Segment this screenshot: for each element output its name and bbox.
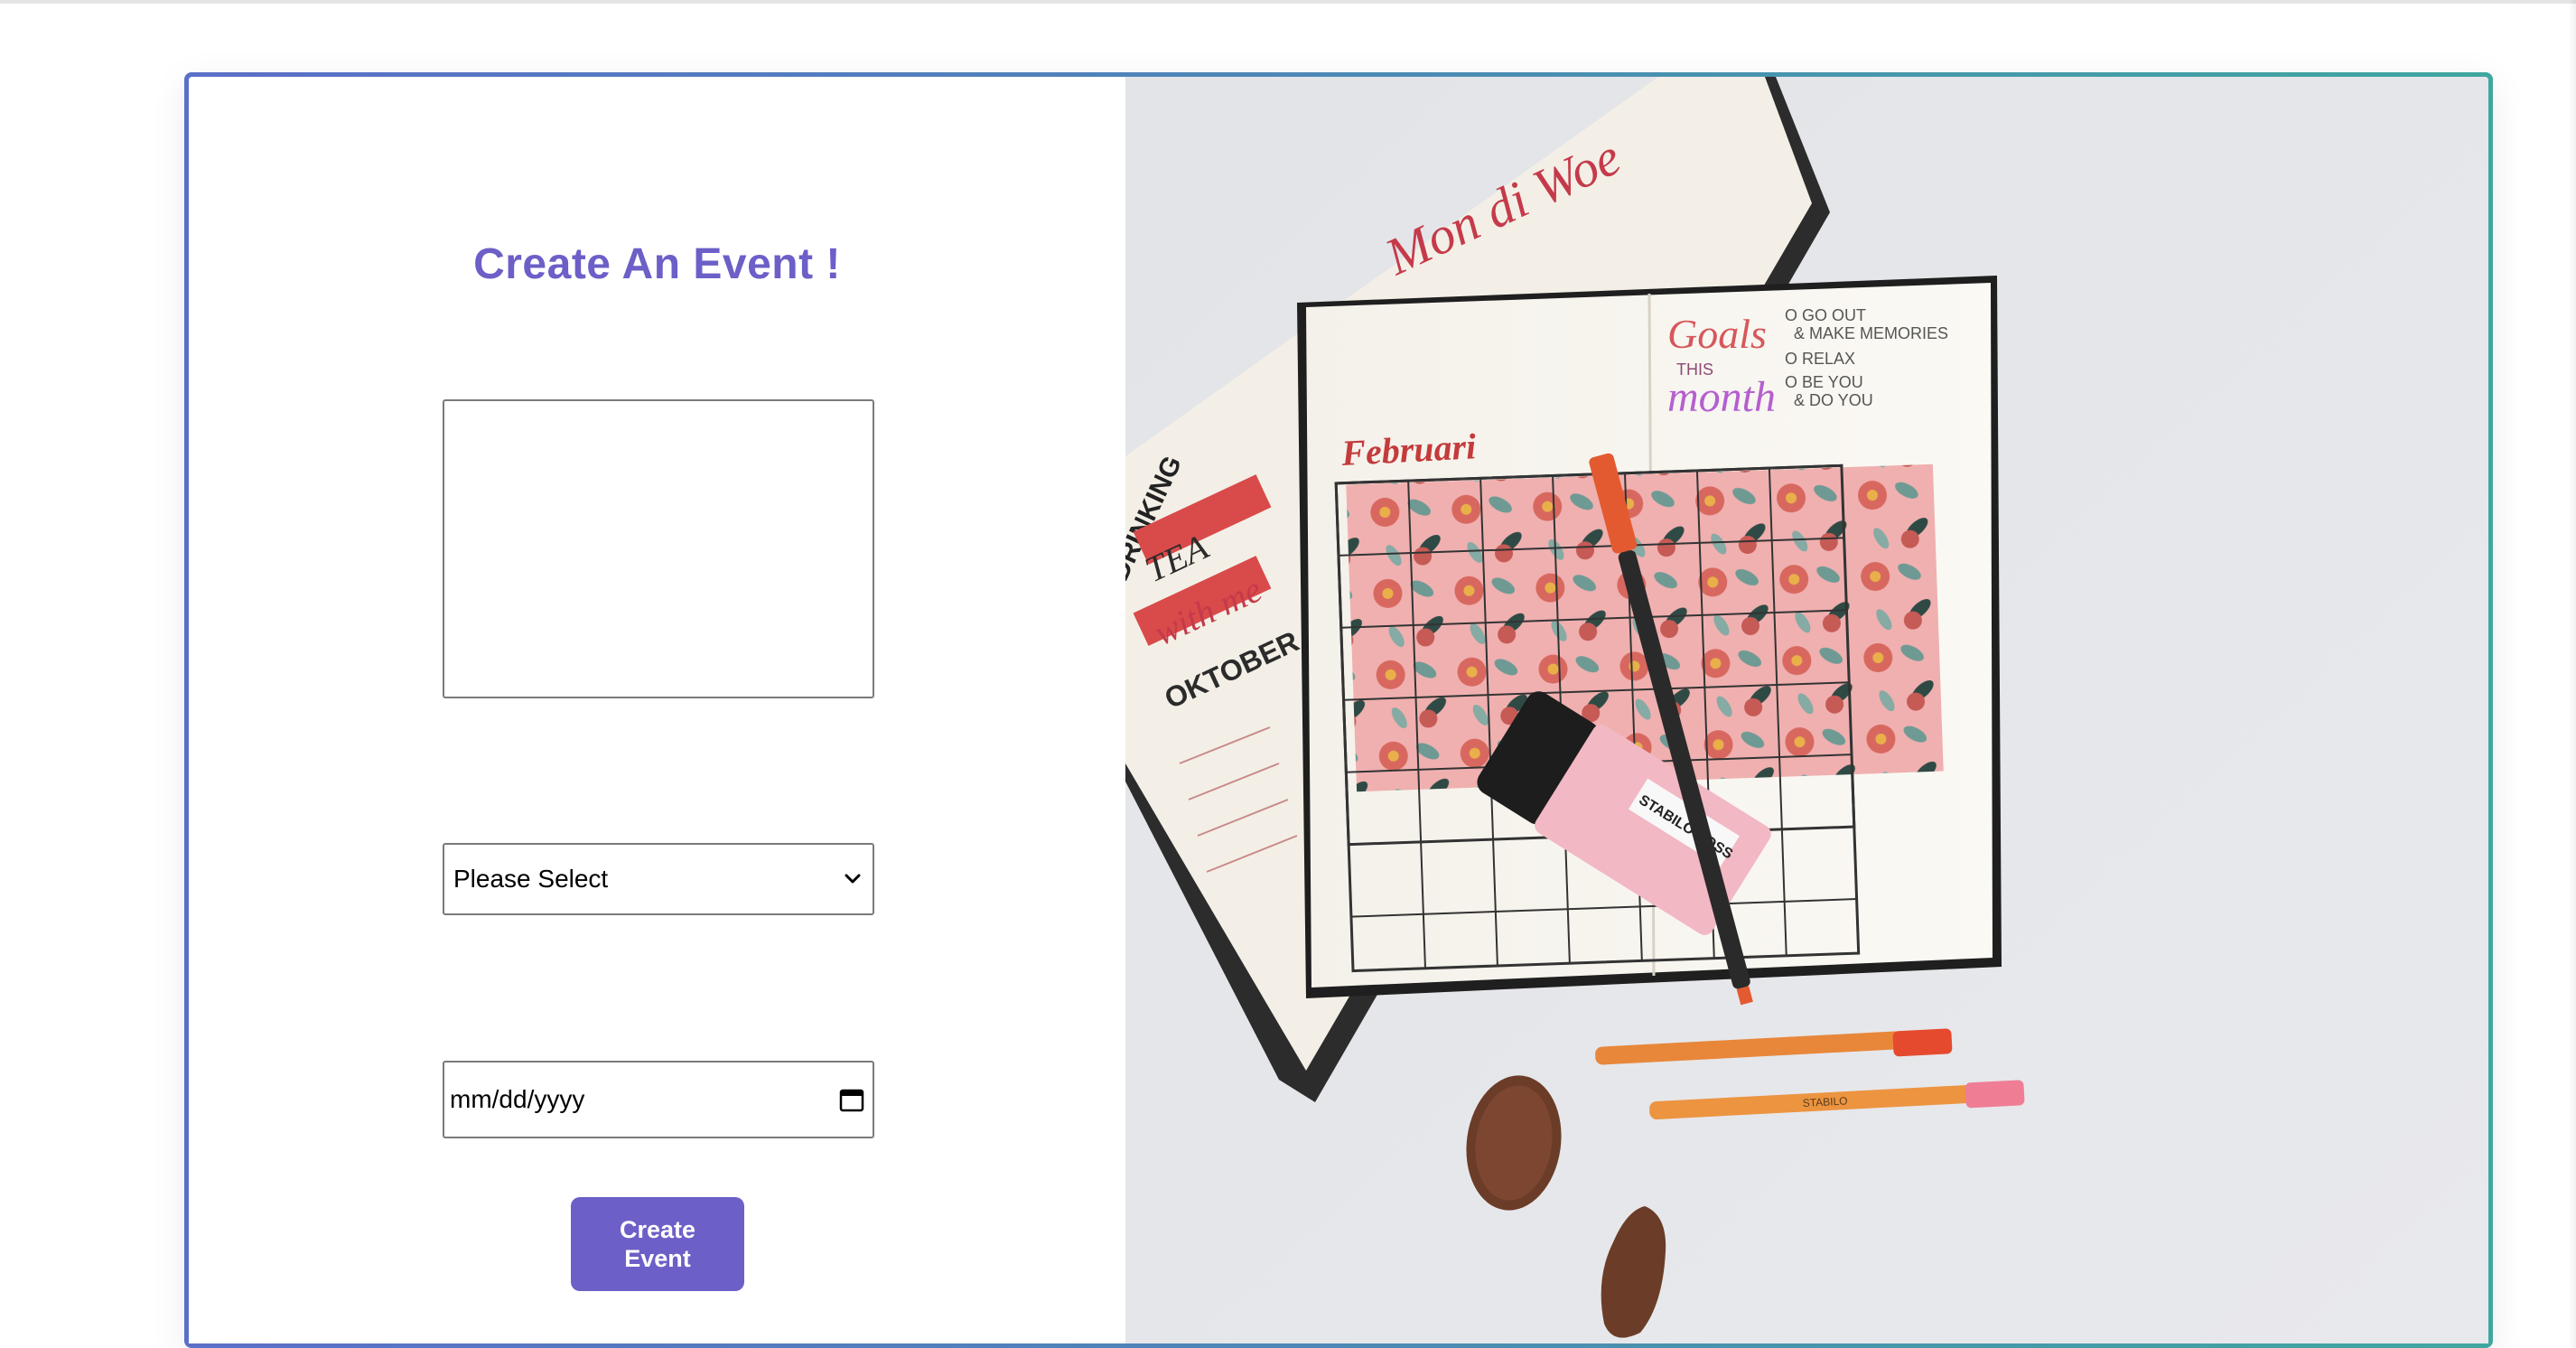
event-form: Create An Event ! Please Select mm/dd/yy… xyxy=(189,77,1125,1343)
goals-month-text: month xyxy=(1667,373,1776,421)
goal-text: & DO YOU xyxy=(1794,391,1873,409)
goals-title-text: Goals xyxy=(1667,311,1767,357)
svg-text:month: month xyxy=(1667,373,1776,421)
month-label: Februari xyxy=(1339,426,1477,473)
planner-illustration: Mon di Woe DRINKING TEA with me OKTOBER … xyxy=(1125,77,2488,1343)
browser-top-divider xyxy=(0,0,2576,4)
event-category-select[interactable]: Please Select xyxy=(443,843,874,915)
create-event-button[interactable]: Create Event xyxy=(571,1197,744,1291)
svg-text:Februari: Februari xyxy=(1339,426,1477,473)
svg-text:STABILO: STABILO xyxy=(1802,1094,1847,1109)
goal-text: & MAKE MEMORIES xyxy=(1794,324,1948,342)
hero-image: Mon di Woe DRINKING TEA with me OKTOBER … xyxy=(1125,77,2488,1343)
goal-text: O RELAX xyxy=(1785,350,1855,368)
svg-text:Goals: Goals xyxy=(1667,311,1767,357)
event-date-input[interactable]: mm/dd/yyyy xyxy=(443,1061,874,1138)
calendar-icon[interactable] xyxy=(838,1086,865,1113)
event-card-inner: Create An Event ! Please Select mm/dd/yy… xyxy=(189,77,2488,1343)
select-selected-value: Please Select xyxy=(453,865,609,893)
chevron-down-icon xyxy=(842,868,863,890)
form-title: Create An Event ! xyxy=(473,240,841,288)
goal-text: O GO OUT xyxy=(1785,306,1866,324)
event-description-textarea[interactable] xyxy=(443,399,874,698)
page-edge-shadow xyxy=(2569,0,2576,1348)
goal-text: O BE YOU xyxy=(1785,373,1863,391)
event-card: Create An Event ! Please Select mm/dd/yy… xyxy=(184,72,2493,1348)
date-placeholder: mm/dd/yyyy xyxy=(450,1085,585,1113)
pen-brand-text: STABILO xyxy=(1802,1094,1847,1109)
